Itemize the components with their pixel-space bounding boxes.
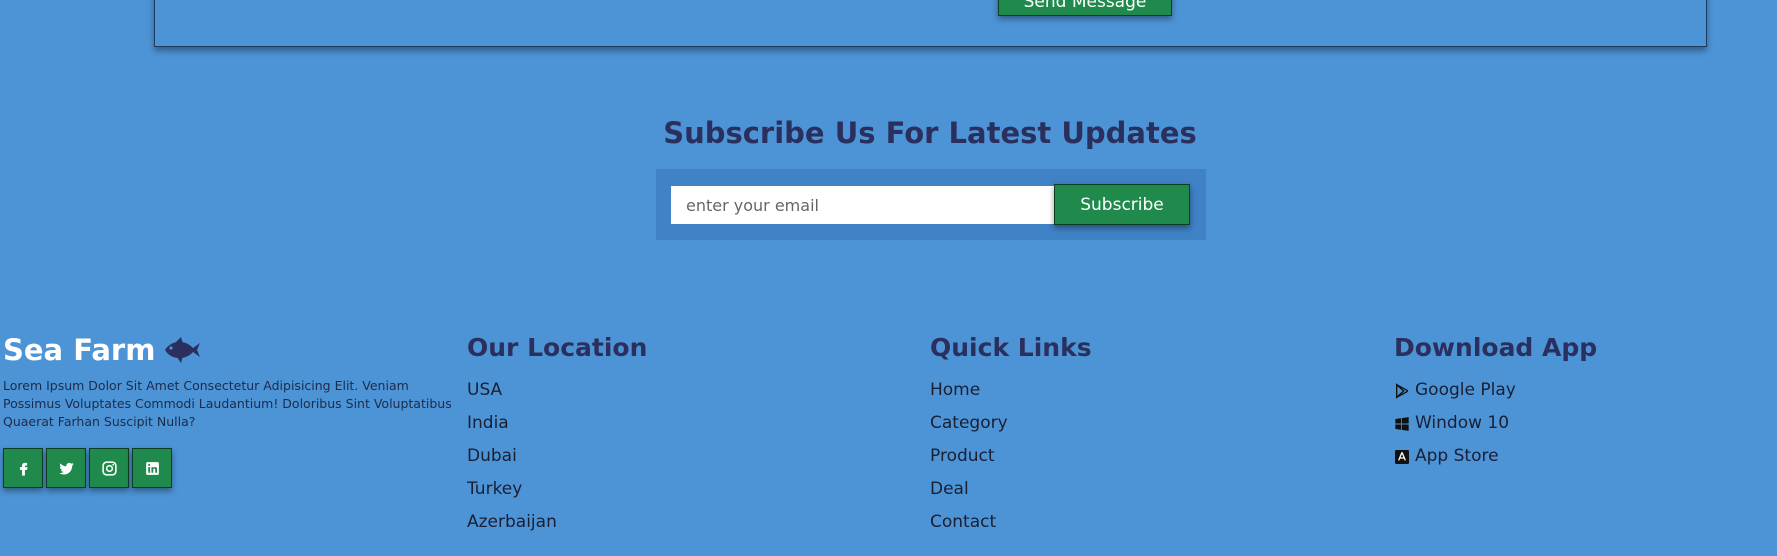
facebook-icon [19,462,27,476]
brand-name: Sea Farm [3,333,156,367]
social-links [3,448,465,488]
footer-brand: Sea Farm Lorem Ipsum Dolor Sit Amet Cons… [3,330,465,488]
download-list: Google Play Window 10 App Store [1394,374,1774,473]
download-label: Google Play [1415,380,1516,400]
quick-link-product[interactable]: Product [930,440,1370,473]
quick-link-home[interactable]: Home [930,374,1370,407]
instagram-button[interactable] [89,448,129,488]
quick-links-heading: Quick Links [930,333,1092,362]
download-heading: Download App [1394,333,1598,362]
download-app-store[interactable]: App Store [1394,440,1774,473]
brand-title: Sea Farm [3,330,465,370]
location-item[interactable]: USA [467,374,907,407]
quick-link-contact[interactable]: Contact [930,506,1370,539]
location-item[interactable]: Turkey [467,473,907,506]
download-label: App Store [1415,446,1499,466]
email-input[interactable] [671,186,1056,224]
subscribe-form: Subscribe [656,169,1206,240]
twitter-icon [58,462,74,475]
footer: Sea Farm Lorem Ipsum Dolor Sit Amet Cons… [0,330,1777,556]
download-windows[interactable]: Window 10 [1394,407,1774,440]
send-message-button[interactable]: Send Message [998,0,1172,16]
app-store-icon [1395,449,1409,464]
linkedin-icon [145,461,159,475]
footer-download-app: Download App Google Play Window 10 App S… [1394,330,1774,473]
download-google-play[interactable]: Google Play [1394,374,1774,407]
instagram-icon [101,460,117,476]
quick-links-list: Home Category Product Deal Contact [930,374,1370,539]
download-label: Window 10 [1415,413,1510,433]
location-item[interactable]: Dubai [467,440,907,473]
footer-location: Our Location USA India Dubai Turkey Azer… [467,330,907,539]
subscribe-title: Subscribe Us For Latest Updates [663,116,1197,150]
quick-link-deal[interactable]: Deal [930,473,1370,506]
brand-description: Lorem Ipsum Dolor Sit Amet Consectetur A… [3,378,452,429]
footer-quick-links: Quick Links Home Category Product Deal C… [930,330,1370,539]
location-item[interactable]: India [467,407,907,440]
twitter-button[interactable] [46,448,86,488]
location-list: USA India Dubai Turkey Azerbaijan [467,374,907,539]
linkedin-button[interactable] [132,448,172,488]
contact-form-card: Send Message [154,0,1707,47]
google-play-icon [1396,382,1409,399]
subscribe-button[interactable]: Subscribe [1054,184,1190,225]
location-heading: Our Location [467,333,648,362]
facebook-button[interactable] [3,448,43,488]
quick-link-category[interactable]: Category [930,407,1370,440]
windows-icon [1395,416,1409,431]
location-item[interactable]: Azerbaijan [467,506,907,539]
fish-icon [161,335,201,365]
